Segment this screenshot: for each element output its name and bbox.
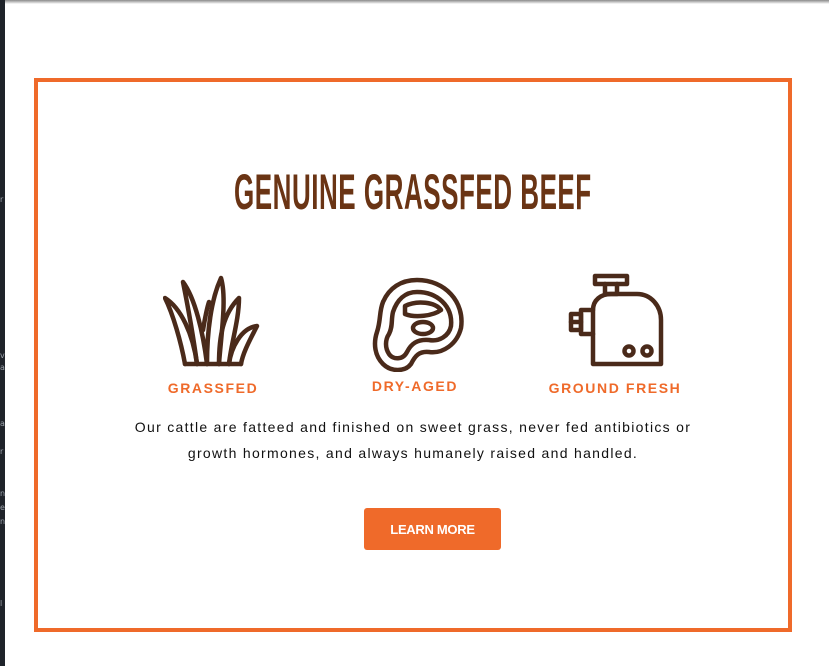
background-window-edge: r v a a r n e n l [0, 0, 5, 666]
grass-icon [163, 275, 260, 367]
feature-ground-fresh: GROUND FRESH [525, 272, 705, 402]
page-title: GENUINE GRASSFED BEEF [38, 162, 788, 222]
page-title-text: GENUINE GRASSFED BEEF [234, 164, 592, 220]
feature-label-dry-aged: DRY-AGED [371, 378, 459, 394]
feature-label-grassfed: GRASSFED [167, 380, 259, 396]
feature-label-ground-fresh: GROUND FRESH [548, 380, 682, 396]
meat-grinder-icon [568, 273, 664, 367]
description-text: Our cattle are fatteed and finished on s… [134, 419, 692, 461]
grassfed-beef-card: GENUINE GRASSFED BEEF GRASSFED DRY-AGED [34, 78, 792, 632]
learn-more-button[interactable]: LEARN MORE [364, 508, 501, 550]
steak-icon [372, 277, 464, 372]
window-top-edge [0, 0, 829, 4]
feature-grassfed: GRASSFED [123, 272, 303, 402]
feature-dry-aged: DRY-AGED [325, 272, 505, 402]
